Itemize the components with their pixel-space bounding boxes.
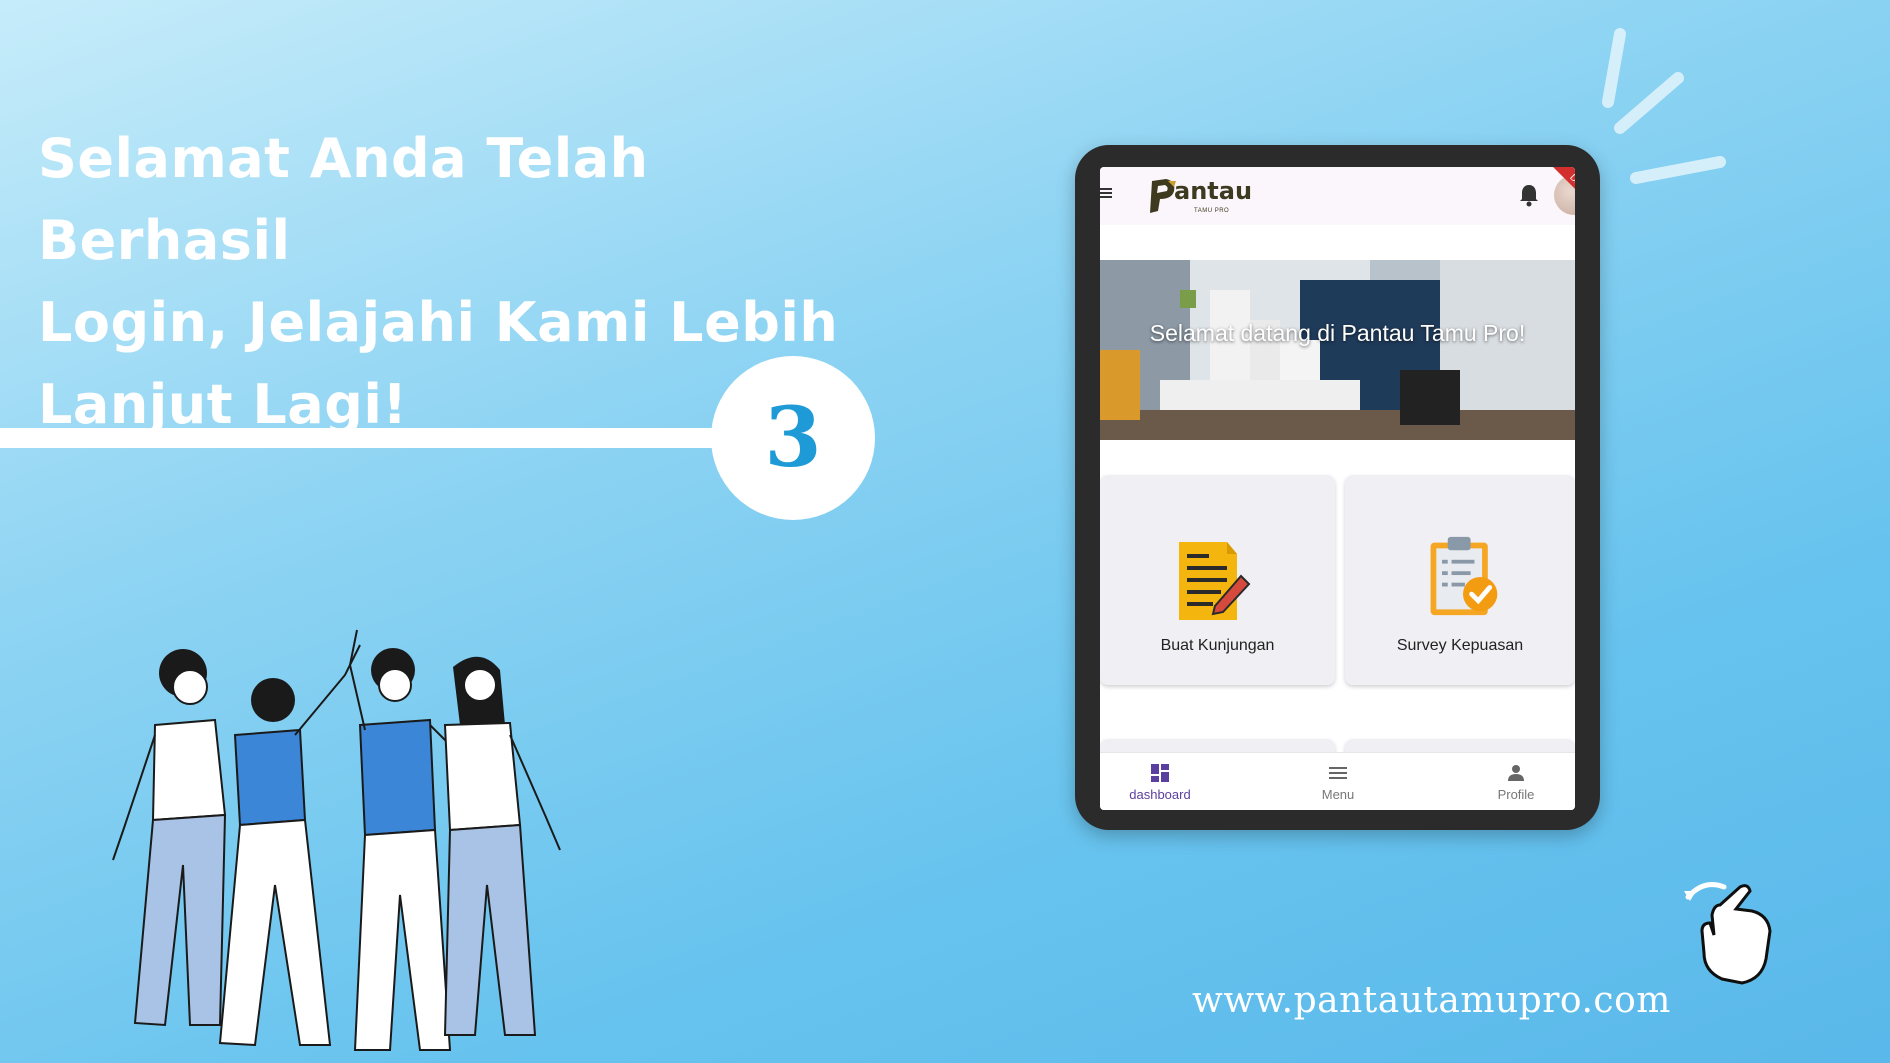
- hero-banner: Selamat datang di Pantau Tamu Pro!: [1100, 260, 1575, 440]
- app-logo: antau TAMU PRO: [1148, 175, 1258, 219]
- nav-profile[interactable]: Profile: [1456, 763, 1575, 802]
- app-bar: antau TAMU PRO DE: [1100, 167, 1575, 225]
- nav-label: dashboard: [1129, 787, 1191, 802]
- team-high-five-illustration: [112, 629, 561, 1051]
- step-number: 3: [764, 390, 822, 486]
- tablet-screen: antau TAMU PRO DE Selamat datang di Pant…: [1100, 167, 1575, 810]
- card-label: Buat Kunjungan: [1160, 637, 1275, 654]
- tablet-device: antau TAMU PRO DE Selamat datang di Pant…: [1075, 145, 1600, 830]
- card-survey-kepuasan[interactable]: Survey Kepuasan: [1345, 475, 1575, 685]
- headline-line-2: Login, Jelajahi Kami Lebih: [38, 291, 839, 354]
- hamburger-menu-icon[interactable]: [1100, 186, 1114, 200]
- logo-wordmark: antau: [1174, 177, 1253, 205]
- website-url: www.pantautamupro.com: [1192, 980, 1671, 1021]
- logo-subtitle: TAMU PRO: [1194, 208, 1230, 214]
- notification-bell-icon[interactable]: [1518, 183, 1540, 207]
- bottom-navigation: dashboard Menu Profile: [1100, 752, 1575, 810]
- nav-label: Profile: [1497, 787, 1535, 802]
- nav-dashboard[interactable]: dashboard: [1100, 763, 1220, 802]
- document-edit-icon: [1179, 542, 1251, 620]
- step-circle: 3: [711, 356, 875, 520]
- card-label: Survey Kepuasan: [1396, 637, 1524, 654]
- hero-welcome-text: Selamat datang di Pantau Tamu Pro!: [1149, 320, 1526, 346]
- nav-menu[interactable]: Menu: [1278, 763, 1398, 802]
- tap-hand-icon: [1684, 882, 1772, 985]
- card-buat-kunjungan[interactable]: Buat Kunjungan: [1100, 475, 1335, 685]
- person-icon: [1508, 765, 1524, 781]
- nav-label: Menu: [1321, 787, 1355, 802]
- headline-line-1: Selamat Anda Telah Berhasil: [38, 127, 649, 272]
- dashboard-icon: [1151, 764, 1169, 782]
- menu-icon: [1329, 767, 1347, 779]
- clipboard-check-icon: [1430, 536, 1498, 616]
- progress-line: [0, 428, 740, 448]
